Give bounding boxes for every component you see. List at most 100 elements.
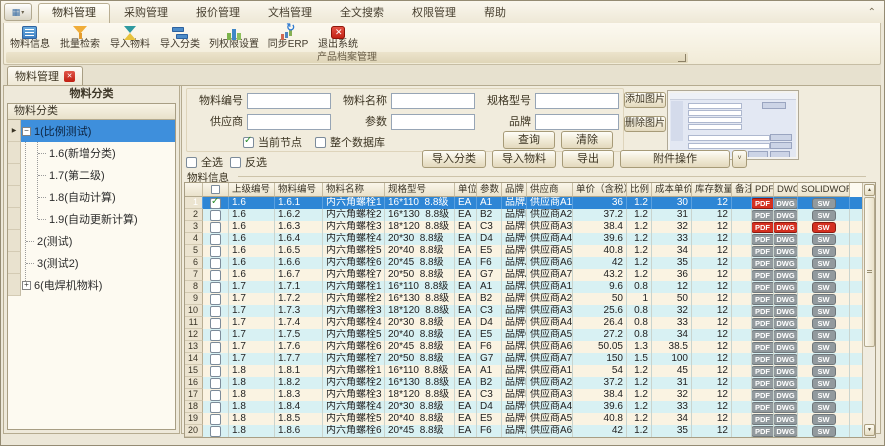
table-row[interactable]: 181.81.8.4内六角螺栓420*30 8.8级EAD4品牌C供应商A439… <box>185 401 875 413</box>
import-category-button[interactable]: 导入分类 <box>155 24 205 52</box>
row-checkbox[interactable] <box>203 401 229 413</box>
row-checkbox[interactable] <box>203 209 229 221</box>
table-row[interactable]: 51.61.6.5内六角螺栓520*40 8.8级EAE5品牌C供应商A540.… <box>185 245 875 257</box>
tree-node-7[interactable]: 3(测试2) <box>8 252 175 274</box>
close-icon[interactable]: ✕ <box>64 71 75 82</box>
dwg-badge[interactable]: DWG <box>774 427 796 436</box>
scroll-up-icon[interactable]: ▲ <box>864 184 875 196</box>
attachment-operations-button[interactable]: 附件操作 <box>620 150 730 168</box>
pdf-badge[interactable]: PDF <box>752 427 774 436</box>
tab-material-management[interactable]: 物料管理 ✕ <box>7 66 83 85</box>
whole-database-checkbox[interactable]: 整个数据库 <box>315 134 385 150</box>
dwg-badge[interactable]: DWG <box>774 271 796 280</box>
collapse-node-icon[interactable]: − <box>22 127 31 136</box>
dwg-badge[interactable]: DWG <box>774 199 796 208</box>
pdf-badge[interactable]: PDF <box>752 355 774 364</box>
menu-tab-4[interactable]: 文档管理 <box>254 3 326 23</box>
pdf-badge[interactable]: PDF <box>752 259 774 268</box>
param-input[interactable] <box>391 114 475 130</box>
pdf-badge[interactable]: PDF <box>752 271 774 280</box>
menu-tab-7[interactable]: 帮助 <box>470 3 520 23</box>
solidworks-badge[interactable]: SW <box>813 247 835 256</box>
tree-node-6[interactable]: 2(测试) <box>8 230 175 252</box>
clear-button[interactable]: 清除 <box>561 131 613 149</box>
menu-tab-3[interactable]: 报价管理 <box>182 3 254 23</box>
row-checkbox[interactable] <box>203 221 229 233</box>
tree-node-8[interactable]: +6(电焊机物料) <box>8 274 175 296</box>
pdf-badge[interactable]: PDF <box>752 223 774 232</box>
pdf-badge[interactable]: PDF <box>752 235 774 244</box>
row-checkbox[interactable] <box>203 233 229 245</box>
dwg-badge[interactable]: DWG <box>774 283 796 292</box>
import-material-button[interactable]: 导入物料 <box>492 150 556 168</box>
solidworks-badge[interactable]: SW <box>813 355 835 364</box>
tree-node-5[interactable]: 1.9(自动更新计算) <box>8 208 175 230</box>
pdf-badge[interactable]: PDF <box>752 403 774 412</box>
export-button[interactable]: 导出 <box>562 150 614 168</box>
current-node-checkbox[interactable]: 当前节点 <box>243 134 302 150</box>
table-row[interactable]: 41.61.6.4内六角螺栓420*30 8.8级EAD4品牌C供应商A439.… <box>185 233 875 245</box>
batch-search-button[interactable]: 批量检索 <box>55 24 105 52</box>
add-image-button[interactable]: 添加图片 <box>624 92 666 108</box>
row-checkbox[interactable] <box>203 269 229 281</box>
menu-tab-1[interactable]: 物料管理 <box>38 3 110 23</box>
row-checkbox[interactable] <box>203 353 229 365</box>
row-checkbox[interactable] <box>203 317 229 329</box>
solidworks-badge[interactable]: SW <box>813 283 835 292</box>
solidworks-badge[interactable]: SW <box>813 319 835 328</box>
solidworks-badge[interactable]: SW <box>813 367 835 376</box>
table-row[interactable]: 31.61.6.3内六角螺栓318*120 8.8级EAC3品牌B供应商A338… <box>185 221 875 233</box>
row-checkbox[interactable] <box>203 197 229 209</box>
pdf-badge[interactable]: PDF <box>752 415 774 424</box>
select-all-header-checkbox[interactable] <box>211 185 220 194</box>
dwg-badge[interactable]: DWG <box>774 235 796 244</box>
menu-tab-5[interactable]: 全文搜索 <box>326 3 398 23</box>
row-checkbox[interactable] <box>203 377 229 389</box>
menu-tab-6[interactable]: 权限管理 <box>398 3 470 23</box>
tree-node-2[interactable]: 1.6(新增分类) <box>8 142 175 164</box>
pdf-badge[interactable]: PDF <box>752 367 774 376</box>
table-row[interactable]: 151.81.8.1内六角螺栓116*110 8.8级EAA1品牌A供应商A15… <box>185 365 875 377</box>
table-row[interactable]: 11.61.6.1内六角螺栓116*110 8.8级EAA1品牌A供应商A136… <box>185 197 875 209</box>
sync-erp-button[interactable]: 同步ERP <box>263 24 313 52</box>
menu-tab-2[interactable]: 采购管理 <box>110 3 182 23</box>
solidworks-badge[interactable]: SW <box>813 307 835 316</box>
query-button[interactable]: 查询 <box>503 131 555 149</box>
pdf-badge[interactable]: PDF <box>752 307 774 316</box>
solidworks-badge[interactable]: SW <box>813 235 835 244</box>
dwg-badge[interactable]: DWG <box>774 379 796 388</box>
table-row[interactable]: 101.71.7.3内六角螺栓318*120 8.8级EAC3品牌B供应商A32… <box>185 305 875 317</box>
table-row[interactable]: 21.61.6.2内六角螺栓216*130 8.8级EAB2品牌B供应商A237… <box>185 209 875 221</box>
dwg-badge[interactable]: DWG <box>774 355 796 364</box>
invert-select-checkbox[interactable]: 反选 <box>230 154 267 170</box>
solidworks-badge[interactable]: SW <box>813 223 835 232</box>
row-checkbox[interactable] <box>203 389 229 401</box>
solidworks-badge[interactable]: SW <box>813 391 835 400</box>
supplier-input[interactable] <box>247 114 331 130</box>
pdf-badge[interactable]: PDF <box>752 379 774 388</box>
grid-vscrollbar[interactable]: ▲ ▼ <box>862 183 875 437</box>
table-row[interactable]: 91.71.7.2内六角螺栓216*130 8.8级EAB2品牌B供应商A250… <box>185 293 875 305</box>
dwg-badge[interactable]: DWG <box>774 223 796 232</box>
tree-node-1[interactable]: ▶−1(比例测试) <box>8 120 175 142</box>
table-row[interactable]: 191.81.8.5内六角螺栓520*40 8.8级EAE5品牌C供应商A540… <box>185 413 875 425</box>
expand-node-icon[interactable]: + <box>22 281 31 290</box>
tree-node-3[interactable]: 1.7(第二级) <box>8 164 175 186</box>
pdf-badge[interactable]: PDF <box>752 343 774 352</box>
import-material-button[interactable]: 导入物料 <box>105 24 155 52</box>
pdf-badge[interactable]: PDF <box>752 211 774 220</box>
solidworks-badge[interactable]: SW <box>813 211 835 220</box>
pdf-badge[interactable]: PDF <box>752 331 774 340</box>
row-checkbox[interactable] <box>203 305 229 317</box>
table-row[interactable]: 61.61.6.6内六角螺栓620*45 8.8级EAF6品牌A供应商A6421… <box>185 257 875 269</box>
solidworks-badge[interactable]: SW <box>813 379 835 388</box>
solidworks-badge[interactable]: SW <box>813 259 835 268</box>
column-permission-button[interactable]: 列权限设置 <box>205 24 263 52</box>
solidworks-badge[interactable]: SW <box>813 271 835 280</box>
row-checkbox[interactable] <box>203 341 229 353</box>
dwg-badge[interactable]: DWG <box>774 403 796 412</box>
row-checkbox[interactable] <box>203 329 229 341</box>
dwg-badge[interactable]: DWG <box>774 331 796 340</box>
row-checkbox[interactable] <box>203 245 229 257</box>
dwg-badge[interactable]: DWG <box>774 319 796 328</box>
